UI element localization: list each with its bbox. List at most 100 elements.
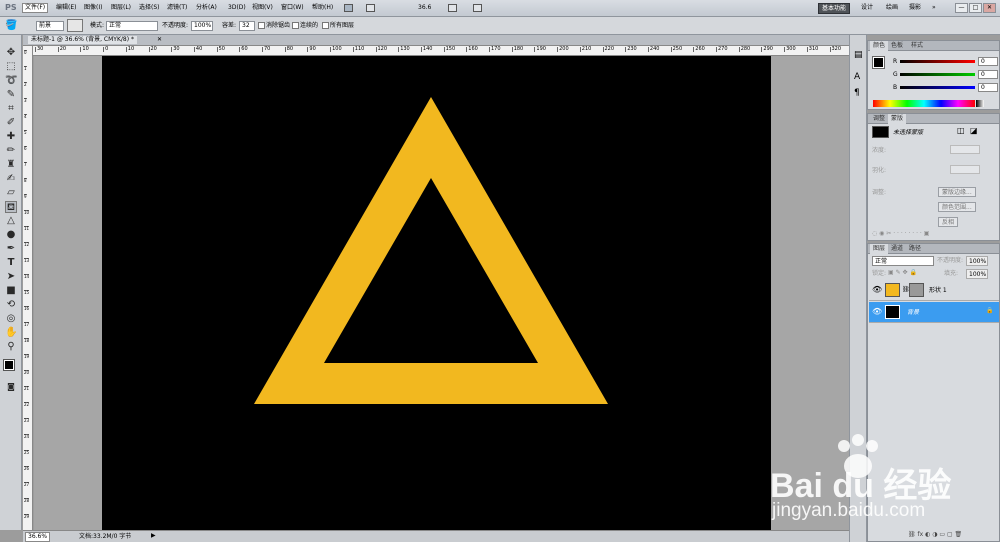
tab-color[interactable]: 颜色: [870, 41, 889, 51]
channel-b-slider[interactable]: [900, 86, 975, 89]
marquee-tool-icon[interactable]: ⬚: [5, 61, 17, 73]
quick-mask-icon[interactable]: ◙: [5, 381, 17, 393]
tab-paths[interactable]: 路径: [906, 244, 924, 254]
mask-edge-button[interactable]: 蒙版边缘...: [938, 187, 976, 197]
bridge-icon[interactable]: [344, 4, 353, 12]
workspace-more-icon[interactable]: »: [932, 5, 936, 11]
layers-footer-icons[interactable]: ⛓ fx ◐ ◑ ▭ ▢ 🗑: [908, 532, 962, 538]
mask-footer-icons[interactable]: ◌ ◉ ✂ · · · · · · · · ▣: [872, 231, 929, 237]
panel-foreground-swatch[interactable]: [872, 56, 885, 69]
vector-mask-icon[interactable]: ◪: [970, 127, 978, 135]
status-menu-arrow-icon[interactable]: ▶: [151, 533, 156, 539]
minimize-button[interactable]: —: [955, 3, 968, 13]
workspace-photography[interactable]: 摄影: [906, 3, 924, 14]
opacity-input[interactable]: 100%: [191, 21, 213, 31]
zoom-select[interactable]: 36.6: [418, 5, 431, 11]
clone-stamp-tool-icon[interactable]: ♜: [5, 159, 17, 171]
brush-tool-icon[interactable]: ✏: [5, 145, 17, 157]
menu-file[interactable]: 文件(F): [22, 3, 49, 13]
zoom-tool-icon[interactable]: ⚲: [5, 341, 17, 353]
workspace-painting[interactable]: 绘画: [883, 3, 901, 14]
healing-brush-tool-icon[interactable]: ✚: [5, 131, 17, 143]
layer-visibility-eye-icon[interactable]: 👁: [872, 308, 882, 316]
channel-r-input[interactable]: 0: [978, 57, 998, 66]
eyedropper-tool-icon[interactable]: ✐: [5, 117, 17, 129]
eraser-tool-icon[interactable]: ▱: [5, 187, 17, 199]
paint-bucket-preset-icon[interactable]: 🪣: [5, 20, 17, 32]
lock-icons[interactable]: ▣ ✎ ✥ 🔒: [888, 270, 917, 276]
dodge-tool-icon[interactable]: ●: [5, 229, 17, 241]
document-tab[interactable]: 未标题-1 @ 36.6% (背景, CMYK/8) * ✕: [23, 35, 849, 46]
path-select-tool-icon[interactable]: ➤: [5, 271, 17, 283]
menu-view[interactable]: 视图(V): [252, 5, 273, 11]
mode-select[interactable]: 正常: [106, 21, 158, 31]
feather-input[interactable]: [950, 165, 980, 174]
layer-visibility-eye-icon[interactable]: 👁: [872, 286, 882, 294]
blur-tool-icon[interactable]: △: [5, 215, 17, 227]
crop-tool-icon[interactable]: ⌗: [5, 103, 17, 115]
foreground-color-swatch[interactable]: [3, 359, 15, 371]
tab-styles[interactable]: 样式: [908, 41, 926, 51]
tab-channels[interactable]: 通道: [888, 244, 906, 254]
close-document-icon[interactable]: ✕: [157, 37, 162, 43]
mini-bridge-icon[interactable]: [366, 4, 375, 12]
canvas[interactable]: [102, 56, 771, 530]
workspace-essentials[interactable]: 基本功能: [818, 3, 851, 14]
menu-image[interactable]: 图像(I): [84, 5, 102, 11]
move-tool-icon[interactable]: ✥: [5, 47, 17, 59]
3d-orbit-tool-icon[interactable]: ◎: [5, 313, 17, 325]
menu-edit[interactable]: 编辑(E): [56, 5, 76, 11]
channel-g-slider[interactable]: [900, 73, 975, 76]
pattern-picker[interactable]: [67, 19, 83, 32]
tab-adjustments[interactable]: 调整: [870, 114, 888, 124]
invert-button[interactable]: 反相: [938, 217, 959, 227]
layer-row-background[interactable]: 👁 背景 🔒: [869, 302, 999, 323]
close-button[interactable]: ✕: [983, 3, 996, 13]
pen-tool-icon[interactable]: ✒: [5, 243, 17, 255]
all-layers-checkbox[interactable]: [322, 22, 329, 29]
density-input[interactable]: [950, 145, 980, 154]
contiguous-checkbox[interactable]: [292, 22, 299, 29]
channel-r-slider[interactable]: [900, 60, 975, 63]
color-range-button[interactable]: 颜色范围...: [938, 202, 976, 212]
pixel-mask-icon[interactable]: ◫: [957, 127, 965, 135]
menu-layer[interactable]: 图层(L): [111, 5, 131, 11]
color-spectrum-bar[interactable]: [873, 100, 975, 107]
arrange-icon[interactable]: [448, 4, 457, 12]
history-panel-icon[interactable]: ▤: [854, 51, 863, 60]
menu-window[interactable]: 窗口(W): [281, 5, 304, 11]
ruler-tick-label: 9: [24, 194, 27, 199]
layer-opacity-input[interactable]: 100%: [966, 256, 988, 266]
type-tool-icon[interactable]: T: [5, 257, 17, 269]
fill-source-select[interactable]: 前景: [36, 21, 64, 31]
menu-help[interactable]: 帮助(H): [312, 5, 333, 11]
spectrum-bw-swatch[interactable]: [976, 100, 984, 107]
status-zoom[interactable]: 36.6%: [25, 532, 51, 542]
blend-mode-select[interactable]: 正常: [872, 256, 934, 266]
3d-rotate-tool-icon[interactable]: ⟲: [5, 299, 17, 311]
fill-input[interactable]: 100%: [966, 269, 988, 279]
lasso-tool-icon[interactable]: ➰: [5, 75, 17, 87]
tab-swatches[interactable]: 色板: [888, 41, 906, 51]
hand-tool-icon[interactable]: ✋: [5, 327, 17, 339]
antialias-checkbox[interactable]: [258, 22, 265, 29]
maximize-button[interactable]: □: [969, 3, 982, 13]
history-brush-tool-icon[interactable]: ✍: [5, 173, 17, 185]
channel-b-input[interactable]: 0: [978, 83, 998, 92]
character-panel-icon[interactable]: A: [854, 73, 860, 82]
paragraph-panel-icon[interactable]: ¶: [854, 89, 860, 98]
screen-mode-icon[interactable]: [473, 4, 482, 12]
channel-g-input[interactable]: 0: [978, 70, 998, 79]
shape-tool-icon[interactable]: ■: [5, 285, 17, 297]
tab-layers[interactable]: 图层: [870, 244, 889, 254]
menu-filter[interactable]: 滤镜(T): [167, 5, 187, 11]
tab-masks[interactable]: 蒙版: [888, 114, 907, 124]
menu-select[interactable]: 选择(S): [139, 5, 160, 11]
menu-analysis[interactable]: 分析(A): [196, 5, 217, 11]
workspace-design[interactable]: 设计: [858, 3, 876, 14]
paint-bucket-tool-icon[interactable]: ⛾: [5, 201, 17, 213]
layer-row-shape[interactable]: 👁 ⛓ 形状 1: [869, 280, 999, 301]
tolerance-input[interactable]: 32: [239, 21, 255, 31]
quick-select-tool-icon[interactable]: ✎: [5, 89, 17, 101]
menu-3d[interactable]: 3D(D): [228, 5, 246, 11]
